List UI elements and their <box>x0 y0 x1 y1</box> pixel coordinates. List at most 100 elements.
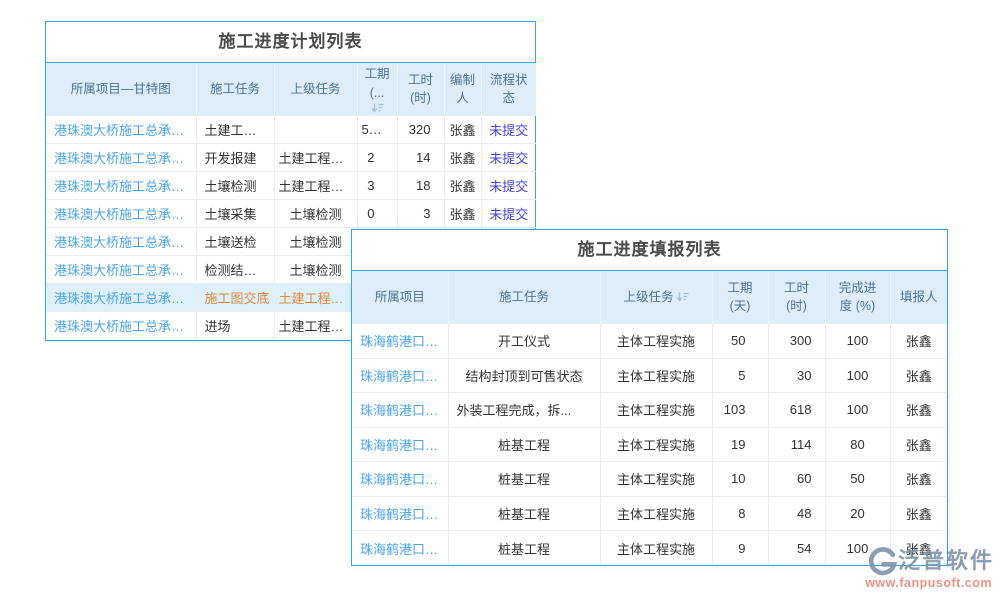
report-table-row[interactable]: 珠海鹤港口建设 桩基工程 主体工程实施 19 114 80 张鑫 <box>352 427 947 462</box>
progress-cell: 100 <box>825 393 890 428</box>
project-link[interactable]: 珠海鹤港口建设 <box>352 496 448 531</box>
task-cell: 检测结果存底 <box>196 256 274 284</box>
report-col-reporter[interactable]: 填报人 <box>890 271 947 324</box>
report-col-project[interactable]: 所属项目 <box>352 271 448 324</box>
duration-cell: 50 <box>712 324 768 359</box>
task-cell: 土壤检测 <box>196 172 274 200</box>
hours-cell: 14 <box>397 144 444 172</box>
project-link[interactable]: 珠海鹤港口建设 <box>352 427 448 462</box>
report-table-row[interactable]: 珠海鹤港口建设 开工仪式 主体工程实施 50 300 100 张鑫 <box>352 324 947 359</box>
status-link[interactable]: 未提交 <box>481 116 536 144</box>
report-col-task[interactable]: 施工任务 <box>448 271 600 324</box>
project-link[interactable]: 珠海鹤港口建设 <box>352 358 448 393</box>
hours-cell: 30 <box>768 358 825 393</box>
reporter-cell: 张鑫 <box>890 462 947 497</box>
progress-cell: 100 <box>825 358 890 393</box>
project-link[interactable]: 珠海鹤港口建设 <box>352 531 448 566</box>
sort-icon[interactable] <box>676 292 689 302</box>
reporter-cell: 张鑫 <box>890 496 947 531</box>
brand-name: 泛普软件 <box>898 549 994 573</box>
project-link[interactable]: 港珠澳大桥施工总承包项目 <box>46 228 196 256</box>
plan-col-project-gantt[interactable]: 所属项目—甘特图 <box>46 63 196 116</box>
report-col-progress[interactable]: 完成进 度 (%) <box>825 271 890 324</box>
parent-task-cell: 土建工程施工 <box>274 144 357 172</box>
fanpu-watermark: 泛普软件 www.fanpusoft.com <box>865 546 994 590</box>
project-link[interactable]: 港珠澳大桥施工总承包项目 <box>46 144 196 172</box>
project-link[interactable]: 珠海鹤港口建设 <box>352 324 448 359</box>
report-col-parent-task[interactable]: 上级任务 <box>600 271 712 324</box>
project-link[interactable]: 港珠澳大桥施工总承包项目 <box>46 256 196 284</box>
project-link[interactable]: 港珠澳大桥施工总承包项目 <box>46 312 196 340</box>
report-table-title: 施工进度填报列表 <box>352 230 947 271</box>
plan-table-row[interactable]: 港珠澳大桥施工总承包项目 土壤采集 土壤检测 0 3 张鑫 未提交 <box>46 200 536 228</box>
report-table-row[interactable]: 珠海鹤港口建设 桩基工程 主体工程实施 10 60 50 张鑫 <box>352 462 947 497</box>
brand-url: www.fanpusoft.com <box>865 576 994 590</box>
status-link[interactable]: 未提交 <box>481 144 536 172</box>
duration-cell: 2 <box>357 144 397 172</box>
plan-table-row[interactable]: 港珠澳大桥施工总承包项目 土壤检测 土建工程施工 3 18 张鑫 未提交 <box>46 172 536 200</box>
author-cell: 张鑫 <box>444 200 481 228</box>
report-table-row[interactable]: 珠海鹤港口建设 桩基工程 主体工程实施 9 54 100 张鑫 <box>352 531 947 566</box>
parent-task-cell: 主体工程实施 <box>600 462 712 497</box>
progress-cell: 20 <box>825 496 890 531</box>
report-header-row: 所属项目 施工任务 上级任务 工期 (天) 工时 (时) 完成进 度 (%) 填… <box>352 271 947 324</box>
project-link[interactable]: 港珠澳大桥施工总承包项目 <box>46 200 196 228</box>
sort-icon[interactable] <box>371 103 384 113</box>
report-table-row[interactable]: 珠海鹤港口建设 结构封顶到可售状态 主体工程实施 5 30 100 张鑫 <box>352 358 947 393</box>
plan-header-row: 所属项目—甘特图 施工任务 上级任务 工期 (... 工时 (时) 编制 人 流… <box>46 63 536 116</box>
report-table-row[interactable]: 珠海鹤港口建设 桩基工程 主体工程实施 8 48 20 张鑫 <box>352 496 947 531</box>
hours-cell: 114 <box>768 427 825 462</box>
project-link[interactable]: 港珠澳大桥施工总承包项目 <box>46 116 196 144</box>
hours-cell: 18 <box>397 172 444 200</box>
plan-col-duration[interactable]: 工期 (... <box>357 63 397 116</box>
project-link[interactable]: 港珠澳大桥施工总承包项目 <box>46 284 196 312</box>
parent-task-cell: 主体工程实施 <box>600 531 712 566</box>
status-link[interactable]: 未提交 <box>481 200 536 228</box>
progress-cell: 80 <box>825 427 890 462</box>
task-cell: 进场 <box>196 312 274 340</box>
parent-task-cell: 主体工程实施 <box>600 358 712 393</box>
task-cell: 桩基工程 <box>448 496 600 531</box>
report-col-hours[interactable]: 工时 (时) <box>768 271 825 324</box>
parent-task-cell: 主体工程实施 <box>600 393 712 428</box>
hours-cell: 320 <box>397 116 444 144</box>
duration-cell: 0 <box>357 200 397 228</box>
parent-task-cell: 主体工程实施 <box>600 324 712 359</box>
author-cell: 张鑫 <box>444 172 481 200</box>
hours-cell: 300 <box>768 324 825 359</box>
report-table-row[interactable]: 珠海鹤港口建设 外装工程完成，拆... 主体工程实施 103 618 100 张… <box>352 393 947 428</box>
reporter-cell: 张鑫 <box>890 324 947 359</box>
plan-col-task[interactable]: 施工任务 <box>196 63 274 116</box>
progress-cell: 50 <box>825 462 890 497</box>
author-cell: 张鑫 <box>444 116 481 144</box>
task-cell: 桩基工程 <box>448 427 600 462</box>
parent-task-cell: 土建工程施工 <box>274 172 357 200</box>
hours-cell: 48 <box>768 496 825 531</box>
parent-task-cell: 土壤检测 <box>274 256 357 284</box>
plan-col-parent-task[interactable]: 上级任务 <box>274 63 357 116</box>
duration-cell: 103 <box>712 393 768 428</box>
parent-task-cell: 土建工程施工 <box>274 284 357 312</box>
duration-cell: 5 <box>712 358 768 393</box>
task-cell: 桩基工程 <box>448 462 600 497</box>
report-col-parent-label: 上级任务 <box>623 290 673 304</box>
duration-cell: 8 <box>712 496 768 531</box>
hours-cell: 60 <box>768 462 825 497</box>
parent-task-cell: 土壤检测 <box>274 200 357 228</box>
parent-task-cell: 土建工程施工 <box>274 312 357 340</box>
duration-cell: 59 <box>357 116 397 144</box>
plan-table-row[interactable]: 港珠澳大桥施工总承包项目 开发报建 土建工程施工 2 14 张鑫 未提交 <box>46 144 536 172</box>
hours-cell: 54 <box>768 531 825 566</box>
status-link[interactable]: 未提交 <box>481 172 536 200</box>
reporter-cell: 张鑫 <box>890 358 947 393</box>
plan-col-author[interactable]: 编制 人 <box>444 63 481 116</box>
project-link[interactable]: 珠海鹤港口建设 <box>352 393 448 428</box>
parent-task-cell <box>274 116 357 144</box>
report-col-duration[interactable]: 工期 (天) <box>712 271 768 324</box>
plan-col-status[interactable]: 流程状 态 <box>481 63 536 116</box>
plan-table-row[interactable]: 港珠澳大桥施工总承包项目 土建工程施工 59 320 张鑫 未提交 <box>46 116 536 144</box>
plan-col-hours[interactable]: 工时 (时) <box>397 63 444 116</box>
task-cell: 土壤采集 <box>196 200 274 228</box>
project-link[interactable]: 珠海鹤港口建设 <box>352 462 448 497</box>
project-link[interactable]: 港珠澳大桥施工总承包项目 <box>46 172 196 200</box>
